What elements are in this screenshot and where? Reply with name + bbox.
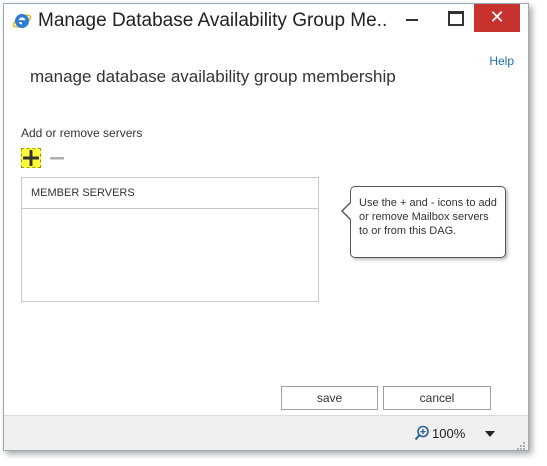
minimize-icon [406, 19, 418, 21]
minus-icon [50, 157, 64, 160]
help-callout: Use the + and - icons to add or remove M… [341, 186, 506, 258]
zoom-icon[interactable] [414, 425, 430, 441]
servers-section-label: Add or remove servers [21, 126, 143, 140]
page-title: manage database availability group membe… [30, 67, 396, 86]
column-header-member-servers[interactable]: MEMBER SERVERS [22, 178, 318, 209]
plus-icon [23, 150, 39, 166]
maximize-button[interactable] [434, 4, 478, 32]
remove-server-button[interactable] [49, 148, 67, 168]
callout-text: Use the + and - icons to add or remove M… [359, 197, 497, 237]
member-servers-list[interactable]: MEMBER SERVERS [21, 177, 319, 302]
callout-pointer [341, 201, 352, 221]
close-button[interactable]: ✕ [474, 4, 520, 32]
resize-grip-icon[interactable] [516, 438, 526, 450]
cancel-button[interactable]: cancel [383, 386, 491, 410]
title-bar[interactable]: Manage Database Availability Group Me...… [4, 4, 528, 38]
add-server-button[interactable] [21, 148, 41, 168]
close-icon: ✕ [489, 7, 505, 28]
minimize-button[interactable] [390, 4, 434, 32]
zoom-level: 100% [432, 426, 466, 441]
chevron-down-icon[interactable] [485, 431, 495, 437]
dialog-window: Manage Database Availability Group Me...… [3, 3, 529, 451]
maximize-icon [448, 10, 464, 26]
window-title: Manage Database Availability Group Me... [38, 10, 388, 31]
status-bar: 100% [4, 415, 528, 450]
internet-explorer-icon [12, 11, 32, 31]
help-link[interactable]: Help [489, 54, 514, 68]
save-button[interactable]: save [281, 386, 378, 410]
